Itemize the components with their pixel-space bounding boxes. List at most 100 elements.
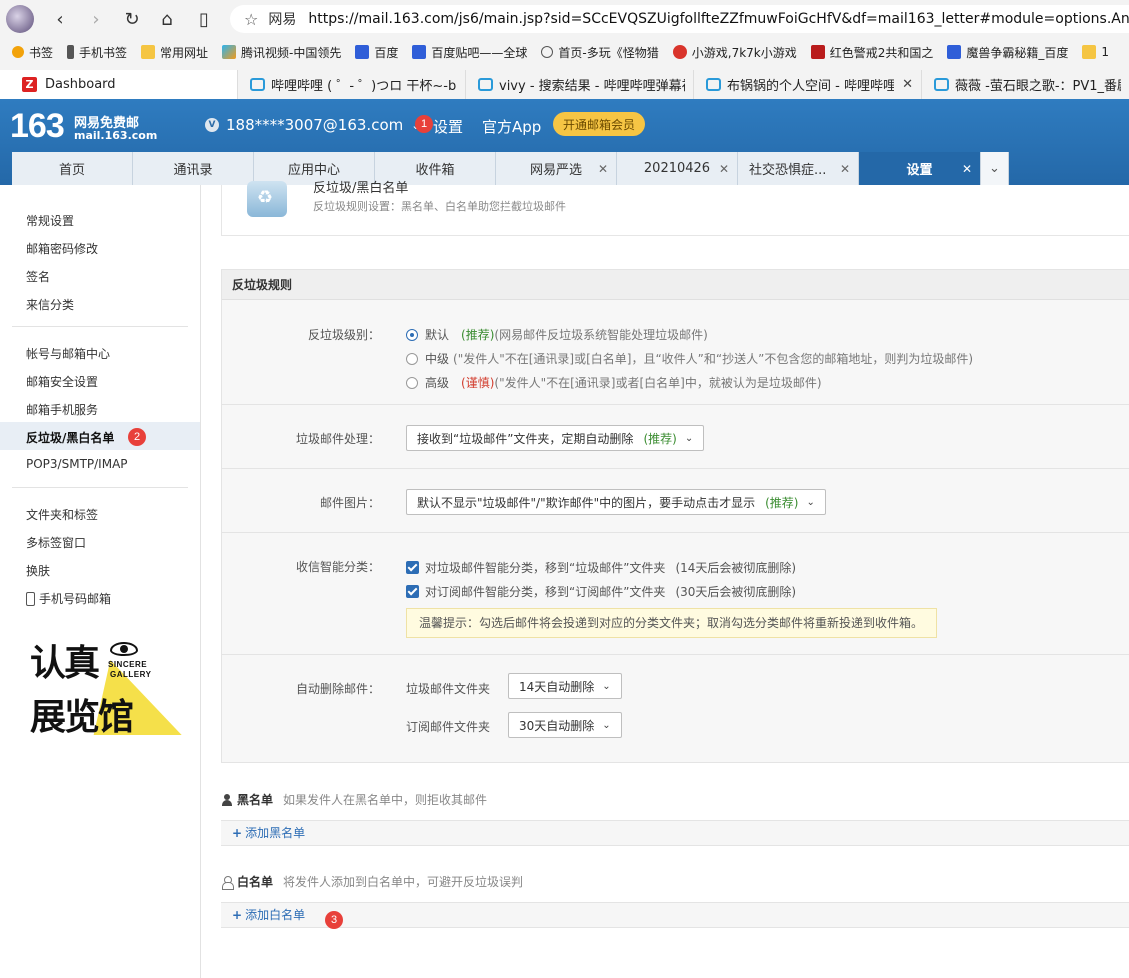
gallery-text-2: 展览馆 <box>30 696 134 738</box>
smart-subscription-checkbox[interactable]: 对订阅邮件智能分类，移到“订阅邮件”文件夹 (30天后会被彻底删除) <box>406 583 796 600</box>
add-whitelist-button[interactable]: + 添加白名单 <box>232 908 305 922</box>
bookmark-item[interactable]: 书签 <box>12 44 53 61</box>
gallery-logo: 认真 SINCERE GALLERY 展览馆 <box>30 640 182 740</box>
handling-label: 垃圾邮件处理： <box>295 432 380 446</box>
step-badge-2: 2 <box>128 428 146 446</box>
gallery-en-2: GALLERY <box>110 670 152 679</box>
step-badge-1: 1 <box>415 115 433 133</box>
recycle-bin-icon <box>247 181 287 217</box>
plus-icon: + <box>232 908 243 922</box>
vip-button[interactable]: 开通邮箱会员 <box>553 112 646 136</box>
level-label: 反垃圾级别： <box>307 328 380 342</box>
tab-20210426[interactable]: 20210426 ✕ <box>617 152 738 185</box>
handling-select[interactable]: 接收到“垃圾邮件”文件夹，定期自动删除 (推荐) ⌄ <box>406 425 705 451</box>
forward-icon[interactable]: › <box>84 7 108 31</box>
blacklist-header: 黑名单 如果发件人在黑名单中，则拒收其邮件 <box>221 791 487 808</box>
settings-link[interactable]: 设置 <box>433 116 463 137</box>
browser-tab[interactable]: 薇薇 -萤石眼之歌-：PV1_番剧_bili <box>922 70 1129 99</box>
url-text[interactable]: https://mail.163.com/js6/main.jsp?sid=SC… <box>308 11 1129 27</box>
sidebar-item-signature[interactable]: 签名 <box>26 268 50 285</box>
sidebar-item-antispam[interactable]: 反垃圾/黑白名单 <box>26 429 114 446</box>
add-blacklist-button[interactable]: + 添加黑名单 <box>232 826 305 840</box>
browser-tab[interactable]: Z Dashboard <box>0 70 238 99</box>
sidebar-item-pop3[interactable]: POP3/SMTP/IMAP <box>26 457 128 471</box>
chevron-down-icon: ⌄ <box>684 432 694 444</box>
sidebar-item-phone-mail[interactable]: 手机号码邮箱 <box>26 590 111 607</box>
radio-default[interactable] <box>406 328 418 341</box>
tab-yanxuan[interactable]: 网易严选 ✕ <box>496 152 617 185</box>
smart-spam-checkbox[interactable]: 对垃圾邮件智能分类，移到“垃圾邮件”文件夹 (14天后会被彻底删除) <box>406 559 796 576</box>
chevron-down-icon: ⌄ <box>602 719 611 731</box>
close-icon[interactable]: ✕ <box>719 162 729 176</box>
sidebar-item-mail-filter[interactable]: 来信分类 <box>26 296 74 313</box>
folder-icon <box>1082 45 1097 59</box>
spam-autodelete-select[interactable]: 14天自动删除 ⌄ <box>508 673 622 699</box>
bookmark-item[interactable]: 小游戏,7k7k小游戏 <box>672 44 797 61</box>
images-select[interactable]: 默认不显示"垃圾邮件"/"欺诈邮件"中的图片，要手动点击才显示 (推荐) ⌄ <box>406 489 826 515</box>
vip-level-icon: V <box>205 118 219 132</box>
bookmark-item[interactable]: 百度贴吧——全球 <box>412 44 527 61</box>
antispam-rules-panel: 反垃圾规则 反垃圾级别： 默认 (推荐) (网易邮件反垃圾系统智能处理垃圾邮件)… <box>221 269 1129 763</box>
close-icon[interactable]: ✕ <box>840 162 850 176</box>
bookmark-item[interactable]: 红色警戒2共和国之 <box>810 44 933 61</box>
close-icon[interactable]: ✕ <box>962 162 972 176</box>
browser-tab[interactable]: 布锅锅的个人空间 - 哔哩哔哩 ( ゜ ✕ <box>694 70 922 99</box>
tab-settings[interactable]: 设置 ✕ <box>859 152 981 185</box>
address-bar[interactable]: ☆ 网易 https://mail.163.com/js6/main.jsp?s… <box>230 5 1129 33</box>
bookmark-item[interactable]: 手机书签 <box>67 44 127 61</box>
checkbox-checked-icon[interactable] <box>406 561 419 574</box>
account-menu[interactable]: V 188****3007@163.com ⌄ <box>205 116 420 134</box>
browser-tab[interactable]: 哔哩哔哩 ( ゜- ゜)つロ 干杯~-bilibili <box>238 70 466 99</box>
bilibili-icon <box>478 78 493 91</box>
bookmark-item[interactable]: 魔兽争霸秘籍_百度 <box>947 44 1068 61</box>
radio-medium[interactable] <box>406 352 418 365</box>
tab-contacts[interactable]: 通讯录 <box>133 152 254 185</box>
bookmark-item[interactable]: 腾讯视频-中国领先 <box>222 44 341 61</box>
folder-icon <box>141 45 156 59</box>
tabs-more-button[interactable]: ⌄ <box>981 152 1009 185</box>
official-app-link[interactable]: 官方App <box>482 116 541 137</box>
sidebar-item-general[interactable]: 常规设置 <box>26 212 74 229</box>
close-icon[interactable]: ✕ <box>598 162 608 176</box>
tieba-icon <box>412 45 427 59</box>
radio-high[interactable] <box>406 376 418 389</box>
tip-notice: 温馨提示：勾选后邮件将会投递到对应的分类文件夹；取消勾选分类邮件将重新投递到收件… <box>406 608 937 638</box>
home-icon[interactable]: ⌂ <box>155 7 179 31</box>
row-divider <box>222 532 1129 533</box>
sidebar-item-skin[interactable]: 换肤 <box>26 562 50 579</box>
sidebar-item-account-center[interactable]: 帐号与邮箱中心 <box>26 345 110 362</box>
chevron-down-icon: ⌄ <box>602 680 611 692</box>
sidebar-divider <box>12 326 188 327</box>
chevron-down-icon: ⌄ <box>806 496 815 508</box>
sidebar-item-mobile-service[interactable]: 邮箱手机服务 <box>26 401 98 418</box>
close-tab-icon[interactable]: ✕ <box>902 77 913 92</box>
level-option-medium[interactable]: 中级 ("发件人"不在[通讯录]或[白名单]，且“收件人”和“抄送人”不包含您的… <box>406 350 973 367</box>
browser-tabs: Z Dashboard 哔哩哔哩 ( ゜- ゜)つロ 干杯~-bilibili … <box>0 70 1129 99</box>
checkbox-checked-icon[interactable] <box>406 585 419 598</box>
tab-home[interactable]: 首页 <box>12 152 133 185</box>
back-icon[interactable]: ‹ <box>48 7 72 31</box>
level-option-default[interactable]: 默认 (推荐) (网易邮件反垃圾系统智能处理垃圾邮件) <box>406 326 708 343</box>
sidebar-item-multitab[interactable]: 多标签窗口 <box>26 534 86 551</box>
bookmark-star-icon[interactable]: ☆ <box>244 10 258 29</box>
level-option-high[interactable]: 高级 (谨慎) ("发件人"不在[通讯录]或者[白名单]中，就被认为是垃圾邮件) <box>406 374 822 391</box>
bookmark-item[interactable]: 百度 <box>355 44 398 61</box>
bookmark-item[interactable]: 1 <box>1082 45 1109 59</box>
reader-icon[interactable]: ▯ <box>192 7 216 31</box>
tab-mail[interactable]: 社交恐惧症... ✕ <box>738 152 859 185</box>
logo-163[interactable]: 163 <box>10 107 65 146</box>
browser-tab[interactable]: vivy - 搜索结果 - 哔哩哔哩弹幕视频 <box>466 70 694 99</box>
subscription-autodelete-select[interactable]: 30天自动删除 ⌄ <box>508 712 622 738</box>
reload-icon[interactable]: ↻ <box>120 7 144 31</box>
profile-avatar[interactable] <box>6 5 34 33</box>
sidebar-item-password[interactable]: 邮箱密码修改 <box>26 240 98 257</box>
gallery-en-1: SINCERE <box>108 660 148 669</box>
bilibili-icon <box>934 78 949 91</box>
bookmark-item[interactable]: 常用网址 <box>141 44 208 61</box>
globe-icon <box>541 46 554 58</box>
sidebar-item-security[interactable]: 邮箱安全设置 <box>26 373 98 390</box>
sidebar-item-folders[interactable]: 文件夹和标签 <box>26 506 98 523</box>
game-icon <box>672 45 687 59</box>
bookmark-item[interactable]: 首页-多玩《怪物猎 <box>541 44 659 61</box>
tencent-video-icon <box>222 45 237 59</box>
